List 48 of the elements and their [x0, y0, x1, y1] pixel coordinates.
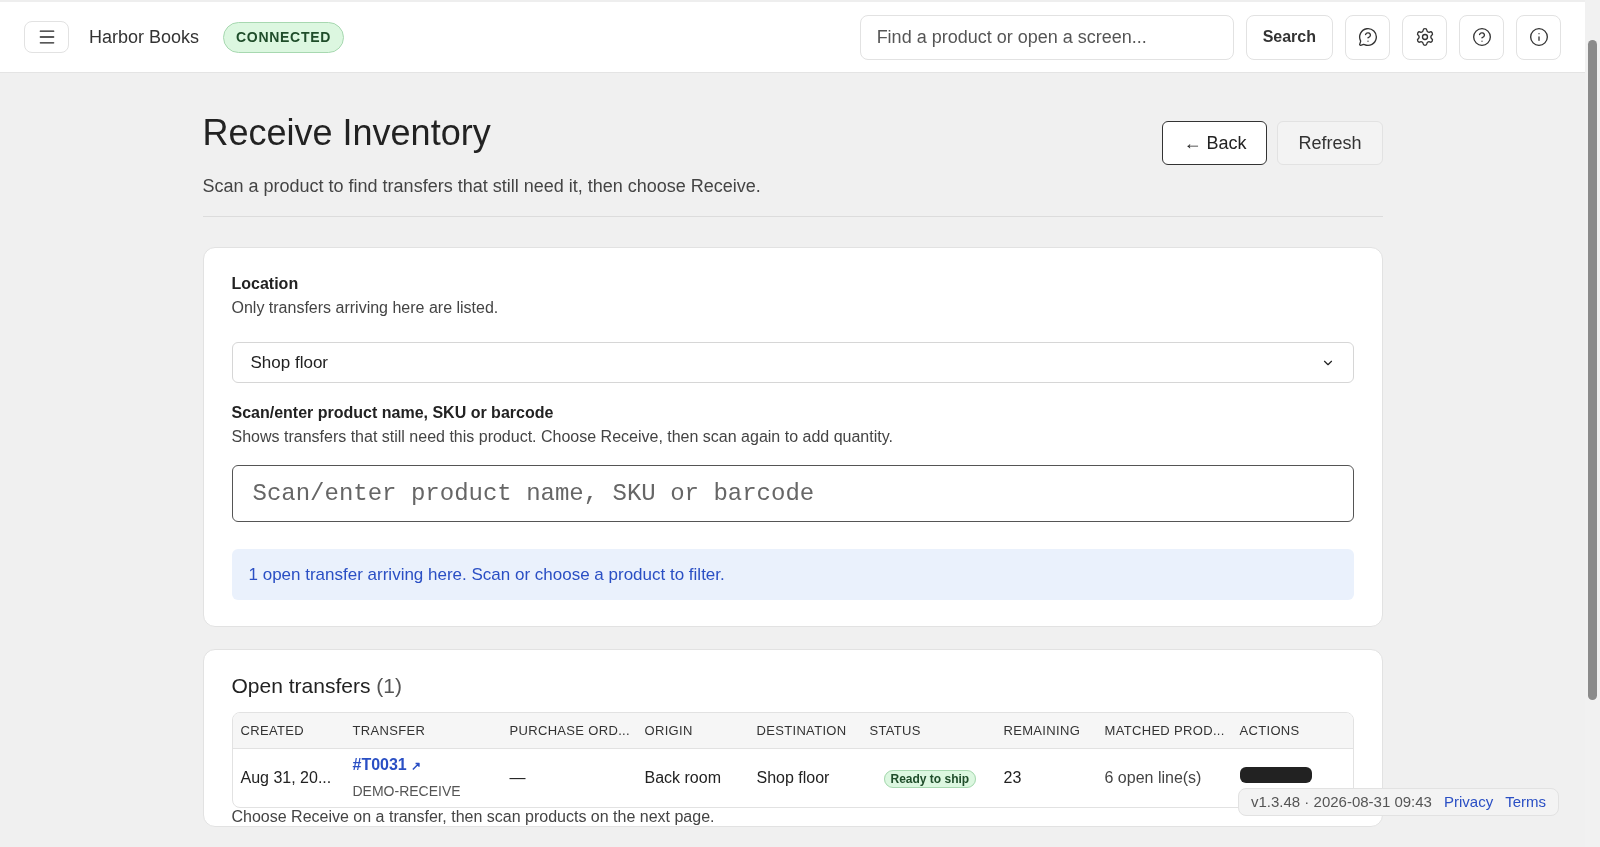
location-select[interactable]: Shop floor: [231, 342, 1354, 383]
info-button[interactable]: [1516, 14, 1561, 60]
brand-name: Harbor Books: [89, 25, 200, 49]
privacy-link[interactable]: Privacy: [1443, 790, 1494, 814]
refresh-button[interactable]: Refresh: [1277, 121, 1383, 165]
location-label: Location: [231, 274, 300, 294]
column-header: ORIGIN: [644, 723, 693, 738]
table-cell: —: [509, 768, 526, 786]
column-header: REMAINING: [1003, 723, 1081, 738]
table-cell: Back room: [644, 768, 721, 786]
column-header: ACTIONS: [1239, 723, 1300, 738]
version-text: v1.3.48 · 2026-08-31 09:43: [1251, 791, 1432, 812]
table-cell: 23: [1003, 768, 1022, 786]
settings-icon: [1414, 27, 1435, 47]
column-header: CREATED: [240, 723, 304, 738]
status-badge: CONNECTED: [223, 21, 345, 53]
table-cell: Aug 31, 20...: [240, 768, 332, 786]
help-icon: [1471, 27, 1492, 47]
table-cell: 6 open line(s): [1104, 768, 1202, 786]
help-chat-button[interactable]: [1345, 14, 1390, 60]
back-button[interactable]: ← Back: [1162, 121, 1268, 165]
section-title: Open transfers (1): [231, 673, 403, 699]
help-button[interactable]: [1459, 14, 1504, 60]
search-field[interactable]: Find a product or open a screen...: [859, 14, 1234, 60]
column-header: DESTINATION: [756, 723, 847, 738]
table-cell: Shop floor: [756, 768, 830, 786]
search-button[interactable]: Search: [1245, 14, 1333, 60]
question-bubble-icon: [1357, 27, 1378, 47]
footnote: Choose Receive on a transfer, then scan products on the next page.: [231, 807, 716, 826]
column-header: MATCHED PROD...: [1104, 723, 1225, 738]
status-badge: Ready to ship: [883, 769, 977, 788]
scan-label: Scan/enter product name, SKU or barcode: [231, 403, 555, 423]
terms-link[interactable]: Terms: [1505, 790, 1546, 814]
scan-hint: Shows transfers that still need this product. Choose Receive, then scan again to add quantity.: [231, 427, 894, 447]
page-title: Receive Inventory: [202, 111, 492, 155]
settings-button[interactable]: [1402, 14, 1447, 60]
location-hint: Only transfers arriving here are listed.: [231, 298, 500, 318]
info-icon: [1528, 27, 1549, 47]
menu-button[interactable]: [24, 21, 69, 53]
column-header: STATUS: [869, 723, 921, 738]
page-subtitle: Scan a product to find transfers that still need it, then choose Receive.: [202, 175, 761, 198]
column-header: PURCHASE ORD...: [509, 723, 630, 738]
receive-button[interactable]: [1239, 766, 1312, 783]
column-header: TRANSFER: [352, 723, 426, 738]
transfer-link[interactable]: #T0031 ↗: [352, 753, 494, 777]
scan-field[interactable]: Scan/enter product name, SKU or barcode: [231, 465, 1354, 522]
table-cell-text: DEMO-RECEIVE: [352, 782, 462, 801]
info-notice: 1 open transfer arriving here. Scan or choose a product to filter.: [231, 549, 1354, 600]
